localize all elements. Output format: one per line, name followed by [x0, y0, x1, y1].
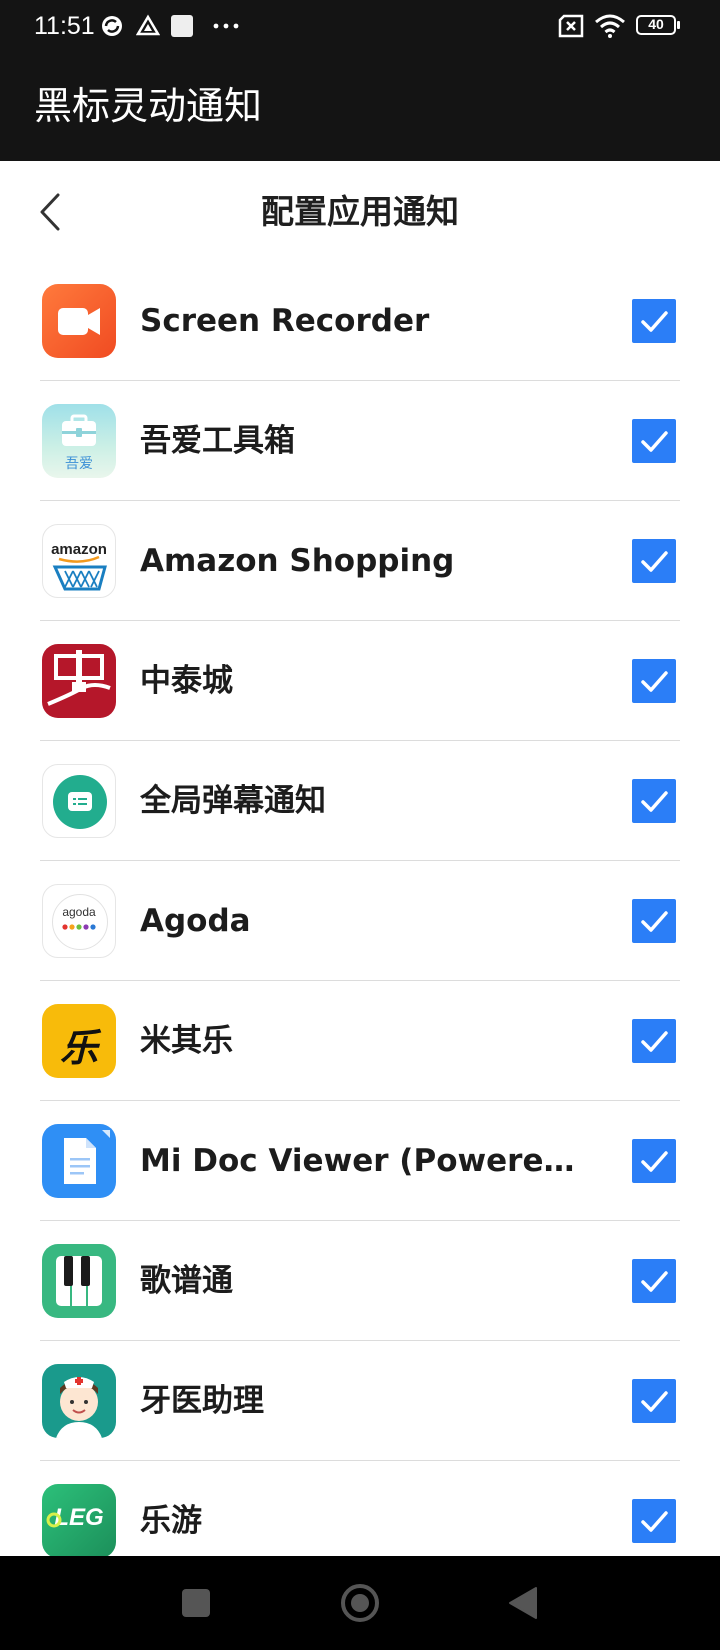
app-row-danmaku[interactable]: 全局弹幕通知	[0, 741, 720, 861]
status-bar: 11:51 40	[0, 0, 720, 54]
app-notification-config-page: 配置应用通知 Screen Recorder 吾爱 吾爱工具箱 amazon A…	[0, 161, 720, 1556]
battery-level: 40	[648, 16, 664, 32]
app-name: 牙医助理	[140, 1383, 264, 1419]
leyou-icon: LEG	[42, 1484, 116, 1556]
screen-recorder-icon	[42, 284, 116, 358]
app-name: 歌谱通	[140, 1263, 233, 1299]
battery-icon: 40	[636, 15, 680, 35]
app-row-zhongtaicheng[interactable]: 中泰城	[0, 621, 720, 741]
app-checkbox[interactable]	[632, 1259, 676, 1303]
miqile-icon: 乐	[42, 1004, 116, 1078]
app-name: 乐游	[140, 1503, 202, 1539]
app-row-mi-doc-viewer[interactable]: Mi Doc Viewer (Powered by W...	[0, 1101, 720, 1221]
app-checkbox[interactable]	[632, 899, 676, 943]
app-checkbox[interactable]	[632, 1019, 676, 1063]
sim-off-icon	[558, 14, 584, 38]
app-row-agoda[interactable]: agoda Agoda	[0, 861, 720, 981]
mi-doc-viewer-icon	[42, 1124, 116, 1198]
navigation-bar	[0, 1556, 720, 1650]
svg-text:吾爱: 吾爱	[65, 456, 93, 472]
toolbox-icon: 吾爱	[42, 404, 116, 478]
app-title: 黑标灵动通知	[34, 84, 263, 128]
app-checkbox[interactable]	[632, 779, 676, 823]
drive-icon	[136, 14, 160, 36]
amazon-icon: amazon	[42, 524, 116, 598]
app-checkbox[interactable]	[632, 539, 676, 583]
page-header: 配置应用通知	[0, 161, 720, 261]
app-checkbox[interactable]	[632, 1499, 676, 1543]
agoda-icon: agoda	[42, 884, 116, 958]
app-list: Screen Recorder 吾爱 吾爱工具箱 amazon Amazon S…	[0, 261, 720, 1556]
app-checkbox[interactable]	[632, 659, 676, 703]
status-time: 11:51	[34, 12, 95, 40]
app-checkbox[interactable]	[632, 1379, 676, 1423]
zhongtaicheng-icon	[42, 644, 116, 718]
sync-icon	[102, 16, 122, 36]
app-row-screen-recorder[interactable]: Screen Recorder	[0, 261, 720, 381]
app-bar: 黑标灵动通知	[0, 54, 720, 161]
app-checkbox[interactable]	[632, 419, 676, 463]
app-checkbox[interactable]	[632, 1139, 676, 1183]
app-name: Screen Recorder	[140, 303, 430, 339]
app-checkbox[interactable]	[632, 299, 676, 343]
app-row-dentist[interactable]: 牙医助理	[0, 1341, 720, 1461]
page-title: 配置应用通知	[261, 192, 459, 231]
miqile-glyph: 乐	[59, 1026, 98, 1070]
app-row-toolbox[interactable]: 吾爱 吾爱工具箱	[0, 381, 720, 501]
back-nav-button[interactable]	[506, 1586, 540, 1620]
app-row-gepu[interactable]: 歌谱通	[0, 1221, 720, 1341]
app-name: 中泰城	[140, 663, 233, 699]
app-name: 全局弹幕通知	[140, 783, 326, 819]
app-name: Amazon Shopping	[140, 543, 455, 579]
app-name: Agoda	[140, 903, 251, 939]
more-icon	[213, 23, 239, 29]
recents-button[interactable]	[182, 1589, 210, 1617]
app-row-amazon-shopping[interactable]: amazon Amazon Shopping	[0, 501, 720, 621]
app-name: Mi Doc Viewer (Powered by W...	[140, 1143, 595, 1179]
square-app-icon	[171, 15, 193, 37]
app-name: 吾爱工具箱	[140, 423, 295, 459]
app-row-leyou[interactable]: LEG 乐游	[0, 1461, 720, 1556]
app-name: 米其乐	[140, 1023, 233, 1059]
app-row-miqile[interactable]: 乐 米其乐	[0, 981, 720, 1101]
dentist-icon	[42, 1364, 116, 1438]
piano-icon	[42, 1244, 116, 1318]
wifi-icon	[595, 14, 625, 38]
danmaku-icon	[42, 764, 116, 838]
home-button[interactable]	[341, 1584, 379, 1622]
